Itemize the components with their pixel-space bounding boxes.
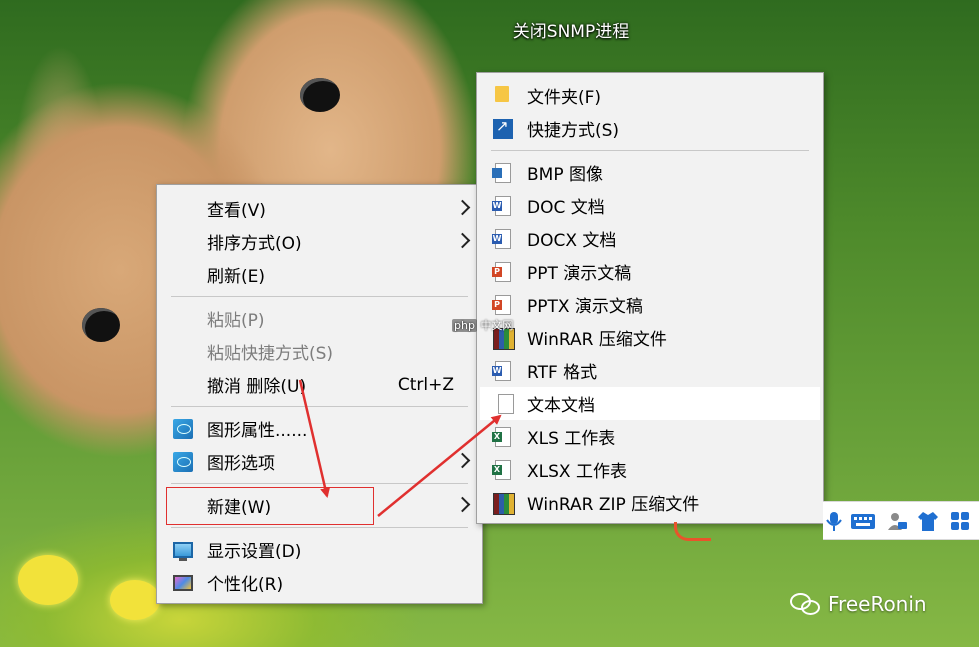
- keyboard-icon[interactable]: [850, 510, 876, 532]
- php-watermark: php 中文网: [452, 317, 513, 333]
- brand-label: FreeRonin: [828, 592, 927, 616]
- microphone-icon[interactable]: [823, 510, 845, 532]
- annotation-arrow: [298, 379, 331, 498]
- php-watermark-cn: 中文网: [480, 319, 514, 332]
- user-badge-icon[interactable]: [886, 510, 908, 532]
- php-logo-text: php: [452, 319, 477, 332]
- toolbox-grid-icon[interactable]: [949, 510, 971, 532]
- wechat-icon: [790, 593, 820, 615]
- annotation-arrow: [377, 414, 502, 517]
- input-toolbar: [823, 501, 979, 540]
- sogou-input-icon[interactable]: [674, 522, 711, 541]
- brand-watermark: FreeRonin: [790, 592, 927, 616]
- skin-shirt-icon[interactable]: [917, 510, 939, 532]
